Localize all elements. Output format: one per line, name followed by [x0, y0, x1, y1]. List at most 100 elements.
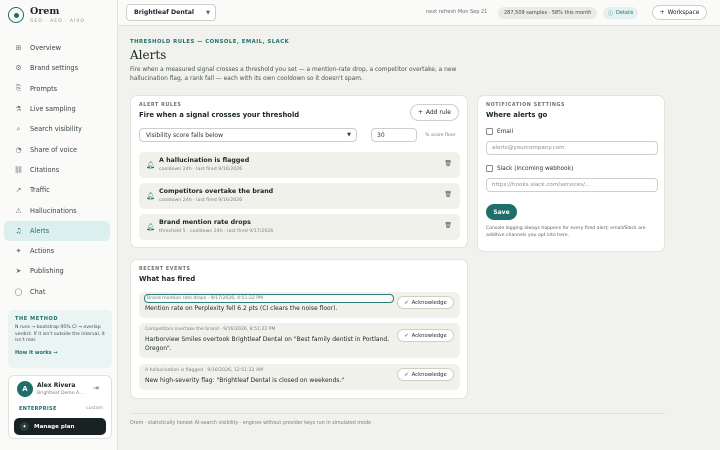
- prompts-icon: ⎘: [15, 84, 22, 93]
- plus-icon: +: [417, 109, 423, 116]
- save-button[interactable]: Save: [486, 204, 517, 220]
- manage-plan-label: Manage plan: [34, 423, 75, 430]
- top-bar: Brightleaf Dental ▼ next refresh Mon Sep…: [118, 0, 720, 26]
- sidebar-item-overview[interactable]: ⊞ Overview: [4, 38, 110, 58]
- sidebar-item-chat[interactable]: ◯ Chat: [4, 282, 110, 302]
- email-toggle[interactable]: Email: [486, 128, 513, 135]
- brand-select[interactable]: Brightleaf Dental ▼: [126, 4, 216, 21]
- rules-eyebrow: ALERT RULES: [139, 103, 182, 108]
- trash-icon[interactable]: 🗑︎: [444, 160, 452, 167]
- sidebar-item-label: Prompts: [30, 84, 58, 93]
- email-label: Email: [497, 128, 514, 135]
- page-description: Fire when a measured signal crosses a th…: [130, 67, 457, 82]
- alerts-icon: ♫: [15, 226, 22, 235]
- threshold-input[interactable]: 30: [371, 128, 417, 142]
- acknowledge-button[interactable]: ✓ Acknowledge: [397, 368, 454, 381]
- info-icon: ⓘ: [608, 10, 614, 17]
- plus-icon: +: [659, 9, 665, 16]
- sidebar-item-prompts[interactable]: ⎘ Prompts: [4, 79, 110, 99]
- sidebar-item-brand-settings[interactable]: ⚙ Brand settings: [4, 58, 110, 78]
- sidebar-item-share-of-voice[interactable]: ◔ Share of voice: [4, 139, 110, 159]
- page-eyebrow: THRESHOLD RULES — CONSOLE, EMAIL, SLACK: [130, 39, 290, 45]
- rule-name: Brand mention rate drops: [159, 219, 251, 226]
- hallucinations-icon: ⚠: [15, 206, 22, 215]
- citations-icon: ⛓: [14, 165, 23, 174]
- sidebar-item-alerts[interactable]: ♫ Alerts: [4, 220, 110, 241]
- footer-divider: [130, 413, 665, 414]
- rule-name: A hallucination is flagged: [159, 157, 250, 164]
- sidebar-item-hallucinations[interactable]: ⚠ Hallucinations: [4, 200, 110, 220]
- sidebar-item-traffic[interactable]: ↗ Traffic: [4, 180, 110, 200]
- method-card: THE METHOD N runs → bootstrap 95% CI → o…: [8, 310, 112, 368]
- sidebar-item-label: Actions: [30, 247, 55, 256]
- rule-meta: threshold 5 · cooldown 24h · last fired …: [159, 229, 274, 234]
- notify-title: Where alerts go: [486, 111, 548, 119]
- alert-rules-card: ALERT RULES Fire when a signal crosses y…: [130, 95, 468, 248]
- next-refresh: next refresh Mon Sep 21: [426, 9, 488, 15]
- trash-icon[interactable]: 🗑︎: [444, 191, 452, 198]
- footer-text: Orem · statistically honest AI-search vi…: [130, 421, 371, 426]
- slack-label: Slack (incoming webhook): [497, 165, 574, 172]
- chevron-down-icon: ▼: [347, 132, 351, 138]
- rule-meta: cooldown 24h · last fired 9/16/2026: [159, 167, 243, 172]
- details-button[interactable]: ⓘ Details: [603, 7, 639, 19]
- sidebar-item-live-sampling[interactable]: ⚗ Live sampling: [4, 99, 110, 119]
- avatar: A: [17, 381, 33, 397]
- sidebar-item-search-visibility[interactable]: ⌕ Search visibility: [4, 119, 110, 139]
- trash-icon[interactable]: 🗑︎: [444, 222, 452, 229]
- sidebar-item-label: Live sampling: [30, 105, 76, 114]
- sidebar-item-citations[interactable]: ⛓ Citations: [4, 160, 110, 180]
- sidebar-item-label: Traffic: [30, 186, 50, 195]
- rule-row: 🔔︎ A hallucination is flagged cooldown 2…: [139, 152, 460, 178]
- acknowledge-button[interactable]: ✓ Acknowledge: [397, 329, 454, 342]
- event-row: Competitors overtake the brand · 9/16/20…: [139, 323, 460, 358]
- event-text: Mention rate on Perplexity fell 6.2 pts …: [145, 305, 338, 312]
- chevron-down-icon: ▼: [206, 9, 210, 16]
- sidebar-item-label: Alerts: [30, 226, 50, 235]
- rules-title: Fire when a signal crosses your threshol…: [139, 111, 300, 119]
- how-it-works-link[interactable]: How it works →: [15, 350, 105, 356]
- sidebar: Orem GEO · AEO · AIVO ⊞ Overview ⚙ Brand se…: [0, 0, 118, 450]
- method-body: N runs → bootstrap 95% CI → overlap verd…: [15, 325, 105, 344]
- acknowledge-label: Acknowledge: [411, 371, 447, 378]
- check-icon: ✓: [404, 371, 409, 378]
- plan-icon: ✦: [20, 422, 29, 431]
- sidebar-item-actions[interactable]: ✦ Actions: [4, 241, 110, 261]
- workspace-button[interactable]: + Workspace: [652, 5, 707, 20]
- add-rule-button[interactable]: + Add rule: [409, 104, 459, 121]
- overview-icon: ⊞: [15, 44, 22, 53]
- event-meta: Brand mention rate drops · 9/17/2026, 4:…: [144, 294, 394, 303]
- sidebar-item-label: Overview: [30, 44, 62, 53]
- recent-events-card: RECENT EVENTS What has fired Brand menti…: [130, 259, 468, 399]
- rule-name: Competitors overtake the brand: [159, 188, 274, 195]
- metric-select[interactable]: Visibility score falls below ▼: [139, 128, 357, 142]
- event-text: Harborview Smiles overtook Brightleaf De…: [145, 336, 390, 352]
- method-title: THE METHOD: [15, 316, 59, 322]
- live-sampling-icon: ⚗: [15, 105, 22, 114]
- logout-icon[interactable]: ⇥: [93, 384, 99, 392]
- sidebar-item-label: Brand settings: [30, 64, 79, 73]
- email-field[interactable]: alerts@yourcompany.com: [486, 141, 658, 155]
- app-tagline: GEO · AEO · AIVO: [30, 19, 85, 24]
- slack-toggle[interactable]: Slack (incoming webhook): [486, 165, 573, 172]
- user-org: Brightleaf Demo A...: [37, 391, 84, 396]
- sidebar-item-publishing[interactable]: ➤ Publishing: [4, 261, 110, 281]
- slack-checkbox[interactable]: [486, 165, 493, 172]
- brand[interactable]: Orem GEO · AEO · AIVO: [8, 6, 85, 24]
- sidebar-nav: ⊞ Overview ⚙ Brand settings ⎘ Prompts ⚗ Live sa…: [4, 38, 110, 302]
- acknowledge-label: Acknowledge: [411, 299, 447, 306]
- logo-icon: [8, 7, 24, 23]
- metric-select-value: Visibility score falls below: [146, 131, 223, 139]
- email-checkbox[interactable]: [486, 128, 493, 135]
- page-title: Alerts: [130, 48, 167, 62]
- rule-meta: cooldown 24h · last fired 9/16/2026: [159, 198, 243, 203]
- event-meta: Competitors overtake the brand · 9/16/20…: [145, 327, 276, 332]
- event-meta: A hallucination is flagged · 9/16/2026, …: [145, 368, 264, 373]
- acknowledge-button[interactable]: ✓ Acknowledge: [397, 296, 454, 309]
- manage-plan-button[interactable]: ✦ Manage plan: [14, 418, 106, 435]
- app-name: Orem: [30, 6, 60, 17]
- user-name: Alex Rivera: [37, 382, 76, 389]
- sidebar-item-label: Citations: [30, 165, 60, 174]
- slack-webhook-field[interactable]: https://hooks.slack.com/services/...: [486, 178, 658, 192]
- publishing-icon: ➤: [15, 267, 22, 276]
